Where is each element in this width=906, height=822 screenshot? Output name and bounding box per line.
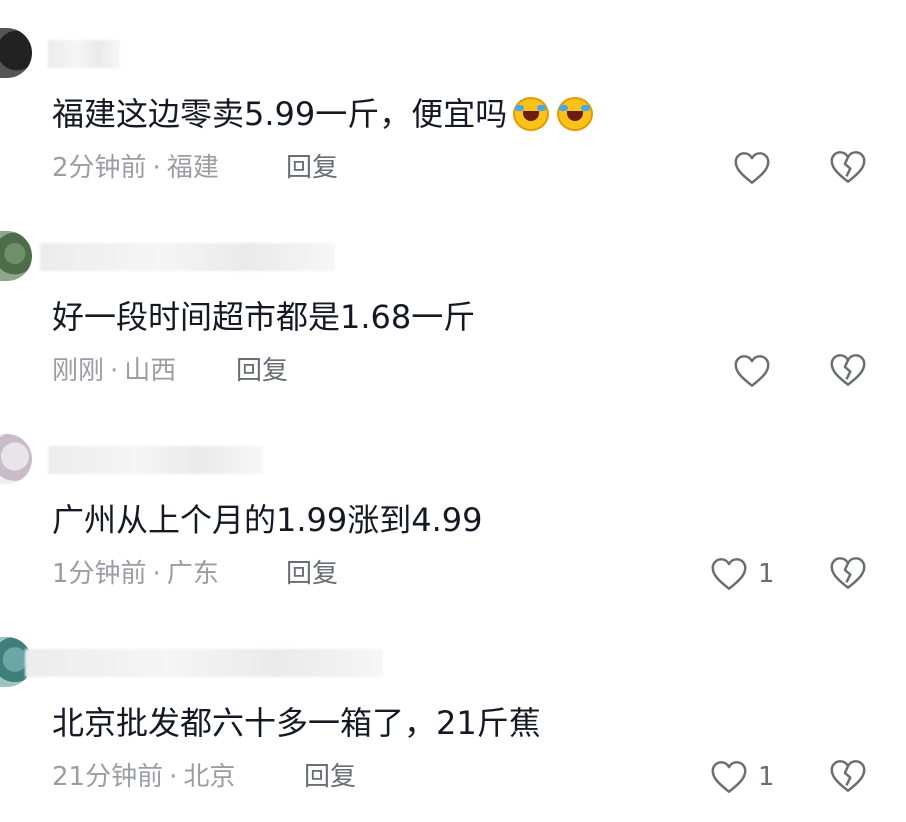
comment-meta: 1分钟前 · 广东 (52, 554, 219, 594)
avatar[interactable] (0, 434, 32, 484)
username-blurred[interactable] (48, 40, 120, 68)
comment-time: 刚刚 (52, 356, 105, 386)
comment-item: 福建这边零卖5.99一斤，便宜吗 2分钟前 · 福建 回复 (0, 0, 906, 203)
heart-outline-icon (734, 152, 770, 184)
comment-item: 广州从上个月的1.99涨到4.99 1分钟前 · 广东 回复 1 (0, 406, 906, 609)
username-blurred[interactable] (48, 446, 263, 474)
reply-button[interactable]: 回复 (236, 351, 288, 391)
heart-outline-icon (734, 355, 770, 387)
avatar[interactable] (0, 28, 32, 78)
rolling-laughing-emoji-icon (555, 95, 595, 131)
comment-text: 广州从上个月的1.99涨到4.99 (52, 501, 483, 539)
reply-button[interactable]: 回复 (286, 148, 338, 188)
comment-location: 福建 (166, 153, 219, 183)
meta-separator: · (169, 762, 178, 792)
comment-location: 山西 (124, 356, 177, 386)
meta-separator: · (152, 153, 161, 183)
rolling-laughing-emoji-icon (511, 95, 551, 131)
comment-location: 广东 (166, 559, 219, 589)
like-button[interactable]: 1 (710, 759, 775, 795)
like-count: 1 (758, 559, 775, 589)
comment-time: 1分钟前 (52, 559, 147, 589)
comment-meta: 21分钟前 · 北京 (52, 757, 235, 797)
like-button[interactable] (733, 353, 781, 389)
heart-outline-icon (711, 558, 747, 590)
comment-meta: 刚刚 · 山西 (52, 351, 176, 391)
broken-heart-icon (830, 557, 866, 589)
comment-text: 北京批发都六十多一箱了，21斤蕉 (52, 704, 541, 742)
username-blurred[interactable] (40, 243, 335, 271)
comment-meta: 2分钟前 · 福建 (52, 148, 219, 188)
broken-heart-icon (830, 760, 866, 792)
like-button[interactable] (733, 150, 781, 186)
broken-heart-icon (830, 151, 866, 183)
dislike-button[interactable] (829, 150, 867, 186)
reply-button[interactable]: 回复 (304, 757, 356, 797)
broken-heart-icon (830, 354, 866, 386)
comment-location: 北京 (183, 762, 236, 792)
like-count: 1 (758, 762, 775, 792)
comment-text-content: 福建这边零卖5.99一斤，便宜吗 (52, 95, 508, 133)
comment-item: 好一段时间超市都是1.68一斤 刚刚 · 山西 回复 (0, 203, 906, 406)
comment-time: 21分钟前 (52, 762, 164, 792)
dislike-button[interactable] (829, 556, 867, 592)
like-button[interactable]: 1 (710, 556, 775, 592)
heart-outline-icon (711, 761, 747, 793)
meta-separator: · (110, 356, 119, 386)
comment-item: 北京批发都六十多一箱了，21斤蕉 21分钟前 · 北京 回复 1 (0, 609, 906, 812)
comment-text: 好一段时间超市都是1.68一斤 (52, 298, 476, 336)
meta-separator: · (152, 559, 161, 589)
dislike-button[interactable] (829, 353, 867, 389)
comment-text: 福建这边零卖5.99一斤，便宜吗 (52, 92, 595, 136)
username-blurred[interactable] (25, 649, 383, 677)
dislike-button[interactable] (829, 759, 867, 795)
reply-button[interactable]: 回复 (286, 554, 338, 594)
comment-time: 2分钟前 (52, 153, 147, 183)
avatar[interactable] (0, 231, 32, 281)
